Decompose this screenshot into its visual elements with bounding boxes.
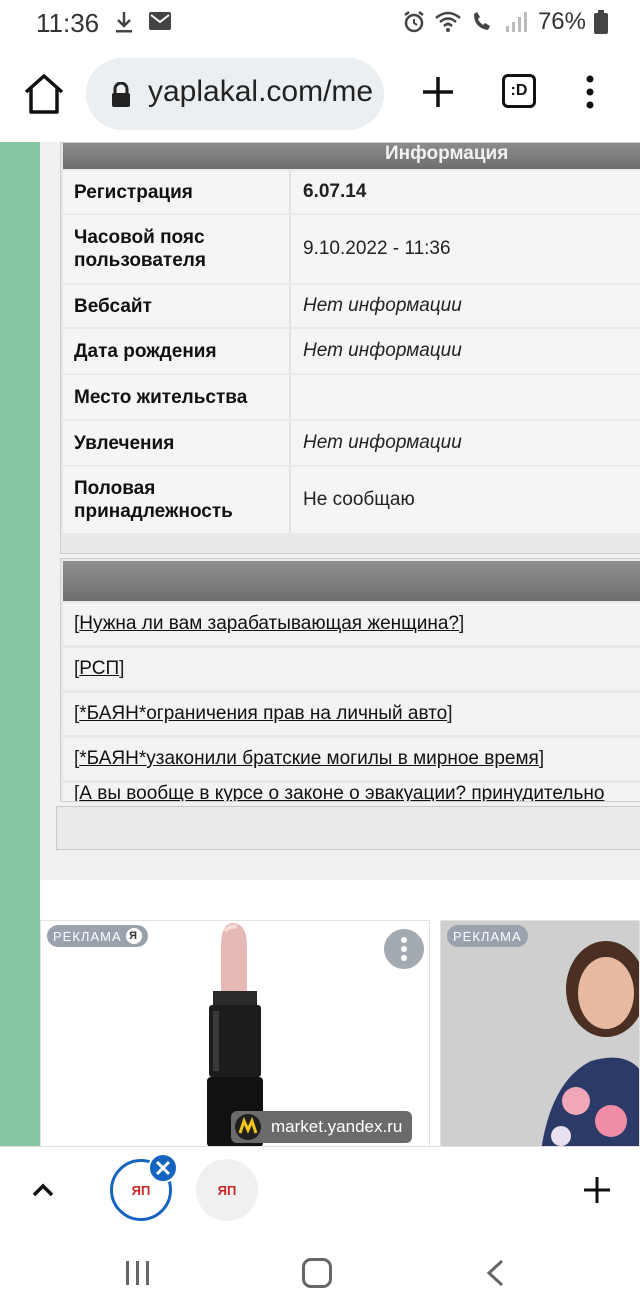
info-label: Дата рождения <box>63 329 291 373</box>
chevron-up-icon[interactable] <box>30 1177 56 1203</box>
model-photo-image <box>441 921 639 1146</box>
info-row-gender: Половая принадлежность Не сообщаю <box>63 467 640 533</box>
info-row-registration: Регистрация 6.07.14 <box>63 171 640 213</box>
topics-header <box>63 561 640 601</box>
info-row-birthday: Дата рождения Нет информации <box>63 329 640 373</box>
info-row-interests: Увлечения Нет информации <box>63 421 640 465</box>
close-icon <box>155 1160 171 1176</box>
battery-icon <box>594 10 608 34</box>
address-bar[interactable]: yaplakal.com/me <box>86 58 384 130</box>
topic-link[interactable]: РСП <box>79 658 119 680</box>
page-footer-bar <box>56 806 640 850</box>
more-menu-icon[interactable] <box>580 74 600 110</box>
yandex-market-logo-icon <box>235 1114 261 1140</box>
info-label: Место жительства <box>63 375 291 419</box>
info-row-location: Место жительства <box>63 375 640 419</box>
mail-icon <box>149 12 171 30</box>
wifi-calling-icon <box>473 12 490 30</box>
info-row-timezone: Часовой пояс пользователя 9.10.2022 - 11… <box>63 215 640 283</box>
lock-icon <box>112 82 130 107</box>
ad-card-lipstick[interactable]: РЕКЛАМА Я market.yandex.ru <box>40 920 430 1146</box>
bracket: ] <box>119 658 125 679</box>
bracket: ] <box>538 748 545 769</box>
info-value: Не сообщаю <box>303 489 415 510</box>
recents-icon[interactable] <box>124 1258 152 1288</box>
close-tab-button[interactable] <box>148 1153 178 1183</box>
topic-row: [ РСП ] <box>63 648 640 690</box>
tab-switcher-button[interactable]: :D <box>502 74 536 108</box>
status-bar: 11:36 76% <box>0 0 640 44</box>
topic-row: [ *БАЯН*узаконили братские могилы в мирн… <box>63 738 640 780</box>
new-tab-icon[interactable] <box>420 74 456 110</box>
ad-card-fashion[interactable]: РЕКЛАМА <box>440 920 640 1146</box>
status-time: 11:36 <box>36 8 100 38</box>
topic-link[interactable]: А вы вообще в курсе о законе о эвакуации… <box>79 783 604 801</box>
topic-link[interactable]: Нужна ли вам зарабатывающая женщина? <box>79 613 459 635</box>
topic-row: [ Нужна ли вам зарабатывающая женщина? ] <box>63 603 640 645</box>
info-value: Нет информации <box>303 340 462 361</box>
side-strip <box>0 142 40 1146</box>
info-value: 6.07.14 <box>303 181 367 202</box>
info-value: Нет информации <box>303 295 462 316</box>
bracket: ] <box>459 613 465 634</box>
profile-info-table: Информация Регистрация 6.07.14 Часовой п… <box>60 142 640 554</box>
wifi-icon <box>435 11 461 32</box>
url-text[interactable]: yaplakal.com/me <box>148 75 373 109</box>
ad-source-text: market.yandex.ru <box>271 1117 403 1136</box>
ad-badge: РЕКЛАМА <box>447 925 528 947</box>
status-system-icons: 76% <box>402 8 608 36</box>
info-table-title: Информация <box>385 143 509 164</box>
recent-topics-table: [ Нужна ли вам зарабатывающая женщина? ]… <box>60 558 640 802</box>
battery-percentage: 76% <box>537 8 586 35</box>
topic-row: [ *БАЯН*ограничения прав на личный авто … <box>63 693 640 735</box>
system-navigation-bar <box>0 1232 640 1316</box>
info-label: Увлечения <box>63 421 291 465</box>
info-value: 9.10.2022 - 11:36 <box>303 238 451 259</box>
info-label: Половая принадлежность <box>63 467 291 533</box>
info-label: Часовой пояс пользователя <box>63 215 291 283</box>
more-vertical-icon <box>401 937 407 961</box>
home-icon[interactable] <box>22 72 66 116</box>
alarm-icon <box>404 11 424 33</box>
signal-icon <box>505 12 527 32</box>
ad-options-button[interactable] <box>384 929 424 969</box>
add-tab-icon[interactable] <box>582 1175 612 1205</box>
yandex-mark: Я <box>125 928 142 944</box>
status-notifications <box>114 10 172 34</box>
info-table-header: Информация <box>63 143 640 169</box>
back-icon[interactable] <box>484 1258 506 1288</box>
topic-link[interactable]: *БАЯН*узаконили братские могилы в мирное… <box>79 748 539 770</box>
info-label: Регистрация <box>63 171 291 213</box>
ad-badge-text: РЕКЛАМА <box>53 928 122 944</box>
topic-row: [ А вы вообще в курсе о законе о эвакуац… <box>63 783 640 801</box>
tab-thumbnail[interactable]: ЯП <box>196 1159 258 1221</box>
ad-source-label[interactable]: market.yandex.ru <box>231 1111 413 1143</box>
topic-link[interactable]: *БАЯН*ограничения прав на личный авто <box>79 703 447 725</box>
ad-badge: РЕКЛАМА Я <box>47 925 148 947</box>
info-value: Нет информации <box>303 432 462 453</box>
download-icon <box>116 12 132 33</box>
web-content: Информация Регистрация 6.07.14 Часовой п… <box>0 142 640 1146</box>
bracket: ] <box>447 703 453 724</box>
home-nav-icon[interactable] <box>302 1258 332 1288</box>
browser-toolbar: yaplakal.com/me :D <box>0 44 640 142</box>
info-label: Вебсайт <box>63 285 291 327</box>
ad-badge-text: РЕКЛАМА <box>453 928 522 944</box>
browser-tab-bar: ЯП ЯП <box>0 1146 640 1232</box>
info-row-website: Вебсайт Нет информации <box>63 285 640 327</box>
